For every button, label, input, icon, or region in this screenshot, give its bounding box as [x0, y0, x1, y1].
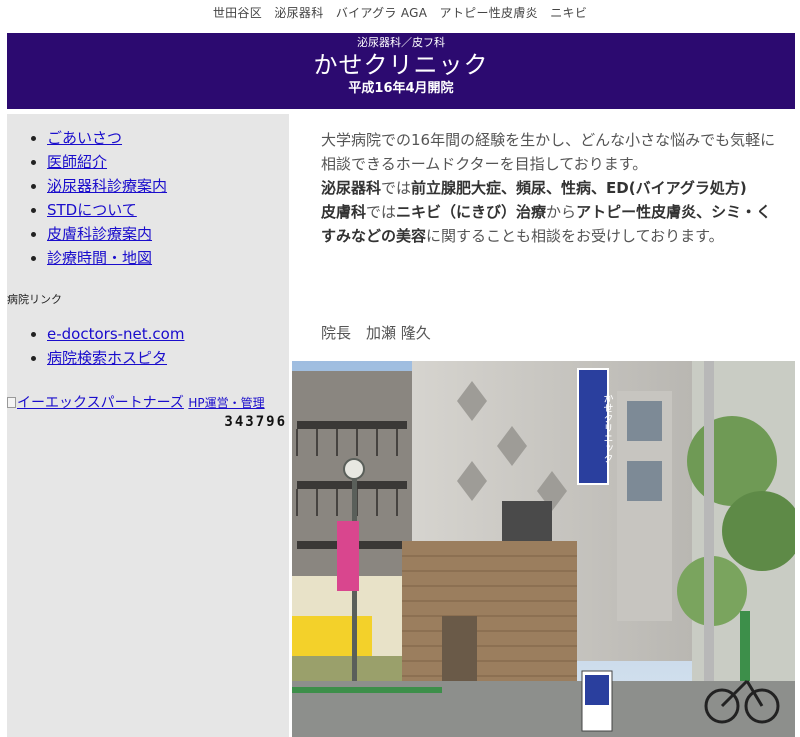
hospital-links-title: 病院リンク	[7, 293, 62, 306]
nav-link-std[interactable]: STDについて	[47, 201, 137, 219]
clinic-name: かせクリニック	[313, 51, 489, 79]
nav-item-hours-map: 診療時間・地図	[7, 246, 167, 270]
nav-item-dermatology: 皮膚科診療案内	[7, 222, 167, 246]
vertical-clinic-sign: かせクリニック	[601, 393, 612, 463]
site-header: 泌尿器科／皮フ科 かせクリニック 平成16年4月開院	[7, 33, 795, 109]
sidebar-nav: ごあいさつ 医師紹介 泌尿器科診療案内 STDについて 皮膚科診療案内 診療時間…	[7, 126, 167, 270]
header-subtitle: 泌尿器科／皮フ科	[357, 36, 445, 49]
clinic-building-photo: かせクリニック	[292, 361, 795, 737]
partner-banner-link[interactable]: イーエックスパートナーズ	[7, 395, 184, 411]
director-name: 院長 加瀬 隆久	[321, 324, 431, 342]
access-counter: 343796	[224, 414, 287, 430]
urology-summary: 泌尿器科では前立腺肥大症、頻尿、性病、ED(バイアグラ処方)	[321, 176, 781, 200]
dermatology-dept: 皮膚科	[321, 203, 367, 221]
dermatology-tail: に関することも相談をお受けしております。	[426, 227, 724, 245]
link-e-doctors[interactable]: e-doctors-net.com	[47, 325, 184, 343]
opening-date: 平成16年4月開院	[348, 81, 454, 96]
acne-treatment: ニキビ（にきび）治療	[396, 203, 547, 221]
nav-link-hours-map[interactable]: 診療時間・地図	[47, 249, 152, 267]
hospital-link-item: e-doctors-net.com	[7, 322, 184, 346]
nav-item-std: STDについて	[7, 198, 167, 222]
nav-link-greeting[interactable]: ごあいさつ	[47, 129, 122, 147]
partner-banner-alt: イーエックスパートナーズ	[17, 395, 184, 411]
link-hospita[interactable]: 病院検索ホスピタ	[47, 349, 167, 367]
dermatology-summary: 皮膚科ではニキビ（にきび）治療からアトピー性皮膚炎、シミ・くすみなどの美容に関す…	[321, 200, 781, 248]
urology-dept: 泌尿器科	[321, 179, 382, 197]
dermatology-connector: では	[366, 203, 397, 221]
hp-management-link[interactable]: HP運営・管理	[188, 396, 264, 410]
hospital-link-item: 病院検索ホスピタ	[7, 346, 184, 370]
intro-text: 大学病院での16年間の経験を生かし、どんな小さな悩みでも気軽に相談できるホームド…	[321, 128, 781, 248]
partner-banner: イーエックスパートナーズ HP運営・管理	[7, 392, 289, 412]
nav-link-doctor[interactable]: 医師紹介	[47, 153, 107, 171]
nav-link-dermatology[interactable]: 皮膚科診療案内	[47, 225, 152, 243]
broken-image-icon	[7, 397, 16, 408]
urology-connector: では	[381, 179, 412, 197]
urology-items: 前立腺肥大症、頻尿、性病、ED(バイアグラ処方)	[411, 179, 747, 197]
clinic-building-illustration	[292, 361, 795, 737]
intro-paragraph: 大学病院での16年間の経験を生かし、どんな小さな悩みでも気軽に相談できるホームド…	[321, 131, 776, 173]
keyword-line: 世田谷区 泌尿器科 バイアグラ AGA アトピー性皮膚炎 ニキビ	[212, 6, 588, 20]
sidebar: ごあいさつ 医師紹介 泌尿器科診療案内 STDについて 皮膚科診療案内 診療時間…	[7, 114, 289, 737]
nav-item-greeting: ごあいさつ	[7, 126, 167, 150]
nav-link-urology[interactable]: 泌尿器科診療案内	[47, 177, 167, 195]
nav-item-urology: 泌尿器科診療案内	[7, 174, 167, 198]
hospital-links: e-doctors-net.com 病院検索ホスピタ	[7, 322, 184, 370]
dermatology-connector-2: から	[546, 203, 577, 221]
nav-item-doctor: 医師紹介	[7, 150, 167, 174]
